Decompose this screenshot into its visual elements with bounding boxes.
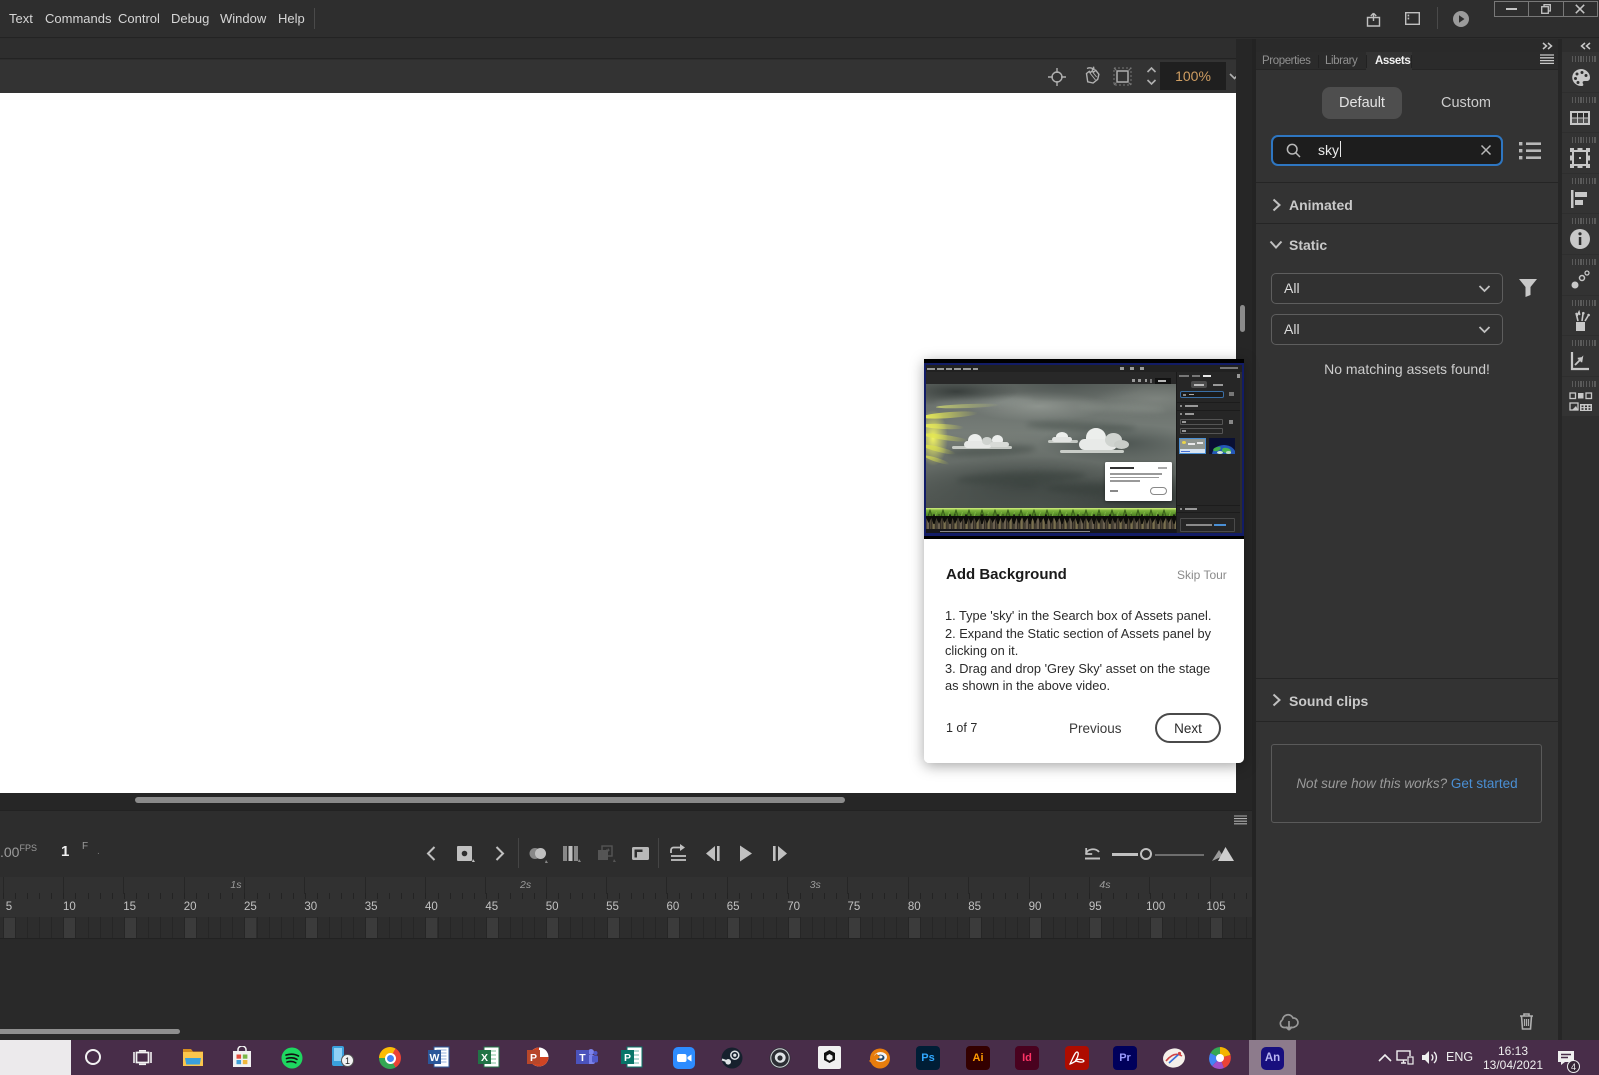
- svg-text:T: T: [579, 1052, 586, 1064]
- svg-text:W: W: [430, 1052, 440, 1064]
- svg-text:P: P: [624, 1052, 631, 1064]
- svg-text:P: P: [530, 1052, 537, 1064]
- svg-text:X: X: [481, 1052, 488, 1064]
